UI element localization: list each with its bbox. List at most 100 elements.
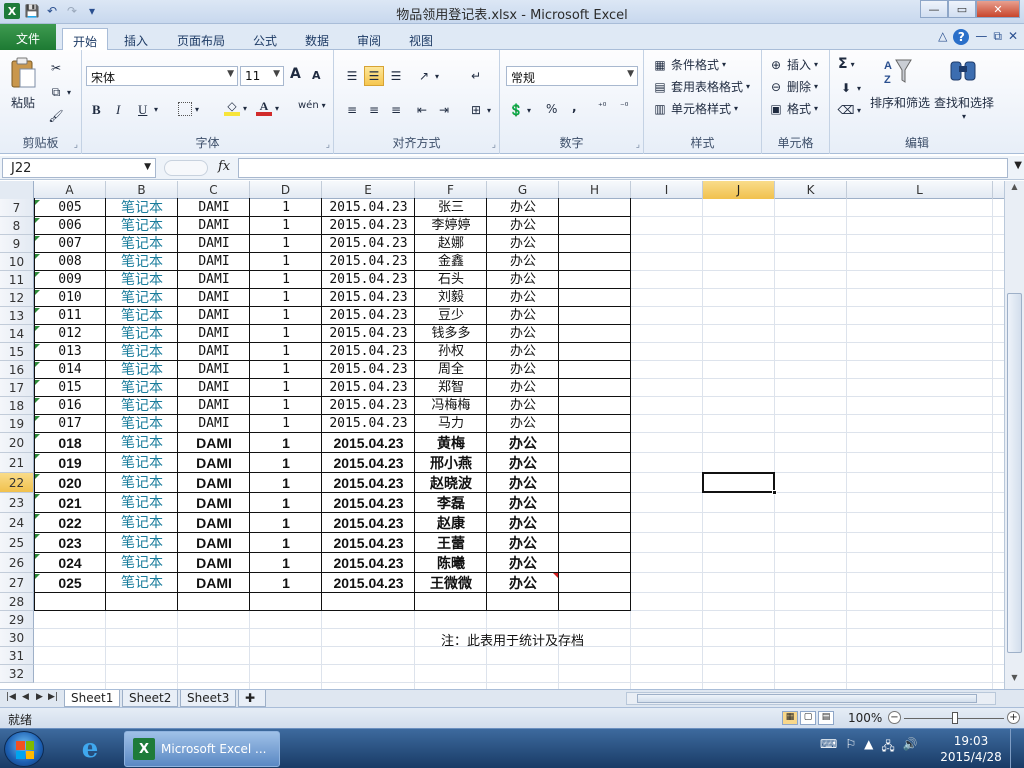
cell-d17[interactable]: 1 (250, 379, 322, 397)
cell-e21[interactable]: 2015.04.23 (322, 453, 415, 473)
tab-formulas[interactable]: 公式 (246, 28, 284, 50)
taskbar-excel-button[interactable]: X Microsoft Excel ... (124, 731, 280, 767)
comment-indicator-icon[interactable] (553, 573, 558, 578)
row-header-21[interactable]: 21 (0, 453, 34, 473)
expand-formula-bar-icon[interactable]: ▼ (1014, 160, 1022, 171)
cell-a12[interactable]: 010 (34, 289, 106, 307)
cell-c20[interactable]: DAMI (178, 433, 250, 453)
format-as-table-button[interactable]: ▤ 套用表格格式 ▾ (652, 78, 750, 95)
zoom-slider[interactable]: − + (888, 711, 1020, 725)
scroll-down-icon[interactable]: ▼ (1007, 673, 1022, 687)
worksheet-grid[interactable]: ABCDEFGHIJKL 7 8 9 10 11 12 13 14 15 16 17 18 19 20 21… (0, 181, 1004, 689)
sort-filter-icon[interactable]: AZ (882, 56, 912, 86)
tab-view[interactable]: 视图 (402, 28, 440, 50)
keyboard-icon[interactable]: ⌨ (820, 737, 837, 758)
cell-d9[interactable]: 1 (250, 235, 322, 253)
volume-icon[interactable]: 🔊 (903, 737, 918, 758)
cell-g25[interactable]: 办公 (487, 533, 559, 553)
cell-e20[interactable]: 2015.04.23 (322, 433, 415, 453)
cell-b25[interactable]: 笔记本 (106, 533, 178, 553)
last-sheet-icon[interactable]: ▶| (48, 692, 58, 702)
row-header-24[interactable]: 24 (0, 513, 34, 533)
row-header-15[interactable]: 15 (0, 343, 34, 361)
cell-c11[interactable]: DAMI (178, 271, 250, 289)
cell-a17[interactable]: 015 (34, 379, 106, 397)
row-header-31[interactable]: 31 (0, 647, 34, 665)
wrap-text-icon[interactable]: ↵ (468, 68, 484, 84)
vertical-scroll-thumb[interactable] (1007, 293, 1022, 653)
cell-b27[interactable]: 笔记本 (106, 573, 178, 593)
cell-b20[interactable]: 笔记本 (106, 433, 178, 453)
cell-d23[interactable]: 1 (250, 493, 322, 513)
row-header-17[interactable]: 17 (0, 379, 34, 397)
cell-g13[interactable]: 办公 (487, 307, 559, 325)
font-color-icon[interactable]: A ▾ (256, 99, 279, 116)
cell-d19[interactable]: 1 (250, 415, 322, 433)
cell-g14[interactable]: 办公 (487, 325, 559, 343)
cell-e22[interactable]: 2015.04.23 (322, 473, 415, 493)
cell-g10[interactable]: 办公 (487, 253, 559, 271)
next-sheet-icon[interactable]: ▶ (36, 692, 43, 702)
italic-button[interactable]: I (116, 102, 120, 118)
name-box[interactable]: J22 ▼ (2, 158, 156, 178)
cell-f19[interactable]: 马力 (415, 415, 487, 433)
cell-a20[interactable]: 018 (34, 433, 106, 453)
cell-c23[interactable]: DAMI (178, 493, 250, 513)
bold-button[interactable]: B (92, 102, 101, 118)
row-header-7[interactable]: 7 (0, 199, 34, 217)
row-header-27[interactable]: 27 (0, 573, 34, 593)
tab-file[interactable]: 文件 (0, 24, 56, 50)
workbook-minimize-icon[interactable]: — (975, 29, 987, 45)
cell-g7[interactable]: 办公 (487, 199, 559, 217)
cell-b21[interactable]: 笔记本 (106, 453, 178, 473)
cell-d14[interactable]: 1 (250, 325, 322, 343)
cell-g11[interactable]: 办公 (487, 271, 559, 289)
cell-f10[interactable]: 金鑫 (415, 253, 487, 271)
font-size-combo[interactable]: 11 ▼ (240, 66, 284, 86)
comma-button[interactable]: , (572, 100, 577, 114)
cell-f21[interactable]: 邢小燕 (415, 453, 487, 473)
merge-center-icon[interactable]: ⊞ ▾ (468, 102, 491, 118)
number-launcher-icon[interactable]: ⌟ (636, 140, 640, 150)
clipboard-launcher-icon[interactable]: ⌟ (74, 140, 78, 150)
row-header-30[interactable]: 30 (0, 629, 34, 647)
cell-f17[interactable]: 郑智 (415, 379, 487, 397)
cell-d15[interactable]: 1 (250, 343, 322, 361)
cell-b22[interactable]: 笔记本 (106, 473, 178, 493)
workbook-close-icon[interactable]: ✕ (1008, 29, 1018, 45)
row-header-32[interactable]: 32 (0, 665, 34, 683)
row-header-19[interactable]: 19 (0, 415, 34, 433)
show-hidden-icons-icon[interactable]: ▲ (864, 737, 873, 758)
borders-icon[interactable]: ▾ (178, 102, 199, 116)
cell-a8[interactable]: 006 (34, 217, 106, 235)
cell-e10[interactable]: 2015.04.23 (322, 253, 415, 271)
cell-c24[interactable]: DAMI (178, 513, 250, 533)
cell-c14[interactable]: DAMI (178, 325, 250, 343)
cell-a9[interactable]: 007 (34, 235, 106, 253)
column-header-a[interactable]: A (34, 181, 106, 199)
cell-f12[interactable]: 刘毅 (415, 289, 487, 307)
row-header-29[interactable]: 29 (0, 611, 34, 629)
cell-e12[interactable]: 2015.04.23 (322, 289, 415, 307)
cell-a13[interactable]: 011 (34, 307, 106, 325)
cell-g21[interactable]: 办公 (487, 453, 559, 473)
ime-icon[interactable]: ⚐ (845, 737, 856, 758)
align-middle-icon[interactable]: ☰ (364, 66, 384, 86)
cell-d26[interactable]: 1 (250, 553, 322, 573)
clear-icon[interactable]: ⌫ ▾ (838, 102, 862, 118)
select-all-corner[interactable] (0, 181, 34, 199)
column-header-g[interactable]: G (487, 181, 559, 199)
zoom-in-icon[interactable]: + (1007, 711, 1020, 724)
cell-f25[interactable]: 王蕾 (415, 533, 487, 553)
cell-g18[interactable]: 办公 (487, 397, 559, 415)
minimize-ribbon-icon[interactable]: △ (938, 29, 947, 45)
decrease-indent-icon[interactable]: ⇤ (414, 102, 430, 118)
cell-g17[interactable]: 办公 (487, 379, 559, 397)
normal-view-icon[interactable]: ▦ (782, 711, 798, 725)
cell-f22[interactable]: 赵晓波 (415, 473, 487, 493)
cell-b19[interactable]: 笔记本 (106, 415, 178, 433)
active-cell[interactable] (702, 472, 777, 495)
cell-b24[interactable]: 笔记本 (106, 513, 178, 533)
cell-g24[interactable]: 办公 (487, 513, 559, 533)
cell-e23[interactable]: 2015.04.23 (322, 493, 415, 513)
